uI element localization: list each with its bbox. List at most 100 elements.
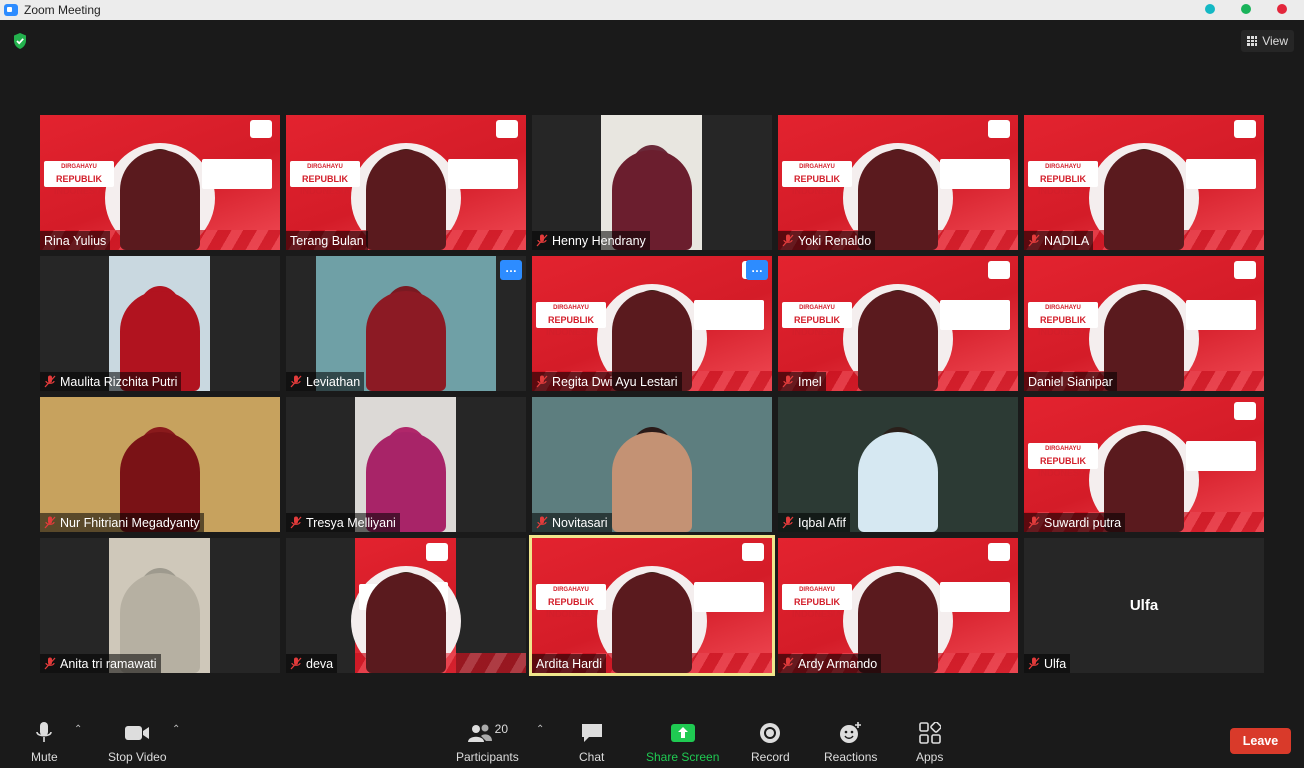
stop-video-label: Stop Video [108, 750, 167, 764]
banner-right [1186, 300, 1256, 330]
banner-left: DIRGAHAYUREPUBLIKINDONESIA [782, 161, 852, 196]
share-screen-button[interactable]: Share Screen [646, 720, 719, 764]
participant-tile[interactable]: DIRGAHAYU REPUBLIK INDONESIA Daniel Sianipa… [1024, 256, 1264, 391]
participant-name: Ulfa [1044, 656, 1067, 671]
muted-microphone-icon [1028, 657, 1040, 670]
participant-name: Iqbal Afif [798, 515, 846, 530]
leave-button[interactable]: Leave [1230, 728, 1291, 754]
record-icon [759, 720, 781, 746]
muted-microphone-icon [536, 375, 548, 388]
participant-name: deva [306, 656, 334, 671]
minimize-button[interactable] [1205, 4, 1215, 14]
record-label: Record [751, 750, 790, 764]
participant-name-tag: Henny Hendrany [532, 231, 650, 250]
banner-right [940, 300, 1010, 330]
participant-tile[interactable]: DIRGAHAYUREPUBLIKINDONESIA deva [286, 538, 526, 673]
participant-tile[interactable]: Nur Fhitriani Megadyanty [40, 397, 280, 532]
muted-microphone-icon [782, 234, 794, 247]
video-options-chevron-icon[interactable]: ⌃ [172, 724, 180, 735]
muted-microphone-icon [536, 516, 548, 529]
reactions-label: Reactions [824, 750, 878, 764]
participant-tile[interactable]: DIRGAHAYU REPUBLIK INDONESIA NADILA [1024, 115, 1264, 250]
participant-tile[interactable]: Ulfa Ulfa [1024, 538, 1264, 673]
grid-view-icon [1247, 36, 1258, 46]
participant-name-tag: deva [286, 654, 338, 673]
participant-tile[interactable]: DIRGAHAYU REPUBLIK INDONESIA Ardita Hardi [529, 535, 775, 676]
participant-video [109, 538, 210, 673]
participant-name: Suwardi putra [1044, 515, 1122, 530]
record-button[interactable]: Record [751, 720, 790, 764]
participant-tile[interactable]: Novitasari [532, 397, 772, 532]
participant-tile[interactable]: Tresya Melliyani [286, 397, 526, 532]
audio-options-chevron-icon[interactable]: ⌃ [74, 724, 82, 735]
anniversary-logo-icon [1234, 402, 1256, 420]
participant-name-tag: Novitasari [532, 513, 612, 532]
more-options-button[interactable]: … [746, 260, 768, 280]
participant-video [109, 256, 210, 391]
participant-tile[interactable]: DIRGAHAYU REPUBLIK INDONESIA Imel [778, 256, 1018, 391]
apps-icon [918, 720, 941, 746]
chat-button[interactable]: Chat [579, 720, 604, 764]
participant-tile[interactable]: DIRGAHAYU REPUBLIK INDONESIA Rina Yulius [40, 115, 280, 250]
anniversary-logo-icon [1234, 261, 1256, 279]
participants-icon [467, 724, 492, 742]
banner-right [694, 582, 764, 612]
banner-left: DIRGAHAYUREPUBLIKINDONESIA [1028, 443, 1098, 478]
reactions-button[interactable]: Reactions [824, 720, 877, 764]
participant-name-tag: Iqbal Afif [778, 513, 850, 532]
video-camera-icon [124, 720, 150, 746]
participant-name: Maulita Rizchita Putri [60, 374, 178, 389]
participant-tile[interactable]: DIRGAHAYU REPUBLIK INDONESIA … Regita Dwi Ay… [532, 256, 772, 391]
smiley-plus-icon [839, 720, 863, 746]
view-button[interactable]: View [1241, 30, 1294, 52]
anniversary-logo-icon [988, 120, 1010, 138]
muted-microphone-icon [1028, 516, 1040, 529]
participant-tile[interactable]: DIRGAHAYU REPUBLIK INDONESIA Suwardi putra [1024, 397, 1264, 532]
participant-tile[interactable]: Iqbal Afif [778, 397, 1018, 532]
participant-name: Novitasari [552, 515, 608, 530]
participant-video [355, 397, 456, 532]
more-options-button[interactable]: … [500, 260, 522, 280]
participant-name-tag: Terang Bulan [286, 231, 368, 250]
participant-name: Ardita Hardi [536, 656, 602, 671]
participant-name-tag: Rina Yulius [40, 231, 111, 250]
participant-tile[interactable]: Henny Hendrany [532, 115, 772, 250]
stop-video-button[interactable]: Stop Video [108, 720, 167, 764]
maximize-button[interactable] [1241, 4, 1251, 14]
participants-label: Participants [456, 750, 519, 764]
participant-name: Nur Fhitriani Megadyanty [60, 515, 200, 530]
zoom-camera-icon [4, 4, 18, 16]
participants-options-chevron-icon[interactable]: ⌃ [536, 724, 544, 735]
participant-tile[interactable]: DIRGAHAYU REPUBLIK INDONESIA Yoki Renaldo [778, 115, 1018, 250]
banner-right [940, 159, 1010, 189]
mute-button[interactable]: Mute [31, 720, 58, 764]
muted-microphone-icon [782, 657, 794, 670]
muted-microphone-icon [44, 516, 56, 529]
anniversary-logo-icon [988, 543, 1010, 561]
participant-name-tag: Nur Fhitriani Megadyanty [40, 513, 204, 532]
participant-name: Daniel Sianipar [1028, 374, 1113, 389]
participant-video: DIRGAHAYUREPUBLIKINDONESIA [40, 115, 280, 250]
participant-name: Terang Bulan [290, 233, 364, 248]
participant-tile[interactable]: Maulita Rizchita Putri [40, 256, 280, 391]
anniversary-logo-icon [742, 543, 764, 561]
participant-video: DIRGAHAYUREPUBLIKINDONESIA [286, 115, 526, 250]
participant-name-tag: Ardy Armando [778, 654, 882, 673]
participant-video [601, 115, 702, 250]
participant-name: Tresya Melliyani [306, 515, 396, 530]
close-button[interactable] [1277, 4, 1287, 14]
participant-tile[interactable]: Anita tri ramawati [40, 538, 280, 673]
participant-tile[interactable]: DIRGAHAYU REPUBLIK INDONESIA Terang Bulan [286, 115, 526, 250]
participant-name-tag: Imel [778, 372, 826, 391]
encryption-shield-icon[interactable] [12, 32, 28, 50]
muted-microphone-icon [44, 657, 56, 670]
participant-tile[interactable]: DIRGAHAYU REPUBLIK INDONESIA Ardy Armando [778, 538, 1018, 673]
apps-button[interactable]: Apps [916, 720, 943, 764]
participant-video: DIRGAHAYUREPUBLIKINDONESIA [532, 256, 772, 391]
participants-button[interactable]: 20 Participants [456, 720, 519, 764]
banner-left: DIRGAHAYUREPUBLIKINDONESIA [782, 302, 852, 337]
participant-tile[interactable]: … Leviathan [286, 256, 526, 391]
participants-count: 20 [494, 722, 509, 736]
participant-name-tag: Maulita Rizchita Putri [40, 372, 182, 391]
participant-name-tag: Yoki Renaldo [778, 231, 876, 250]
